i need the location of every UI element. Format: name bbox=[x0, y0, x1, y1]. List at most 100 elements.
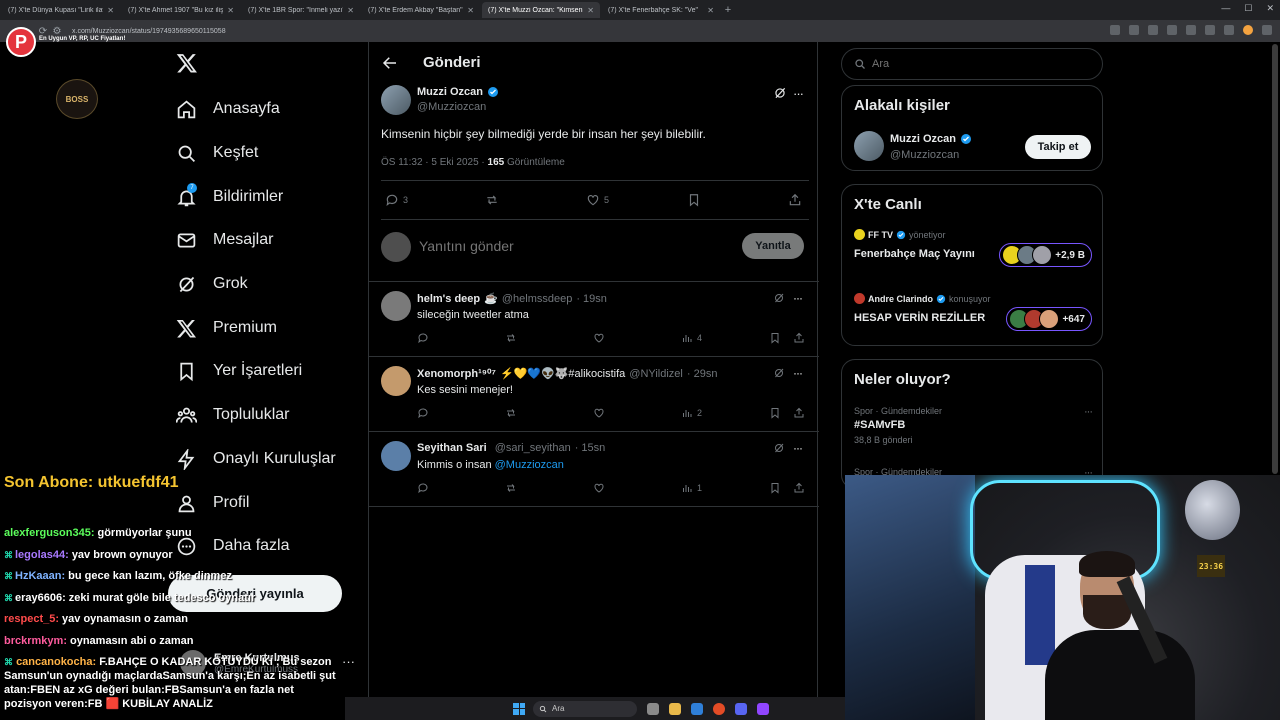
like-action[interactable]: 5 bbox=[586, 193, 609, 207]
extensions-icon[interactable] bbox=[1186, 25, 1196, 35]
trend-item[interactable]: Spor · Gündemdekiler #SAMvFB 38,8 B gönd… bbox=[854, 406, 1093, 445]
nav-premium[interactable]: Premium bbox=[176, 313, 277, 343]
search-box[interactable] bbox=[841, 48, 1103, 80]
reply-icon[interactable] bbox=[417, 332, 429, 344]
maximize-icon[interactable]: ☐ bbox=[1244, 3, 1252, 14]
repost-icon[interactable] bbox=[505, 332, 517, 344]
reply-submit-button[interactable]: Yanıtla bbox=[742, 233, 804, 259]
windows-start-icon[interactable] bbox=[513, 702, 525, 715]
zoom-icon[interactable] bbox=[1129, 25, 1139, 35]
page-scrollbar[interactable] bbox=[1272, 44, 1278, 474]
repost-icon[interactable] bbox=[505, 482, 517, 494]
x-logo-icon[interactable] bbox=[176, 52, 198, 74]
new-tab-icon[interactable]: + bbox=[720, 4, 736, 16]
repost-action[interactable] bbox=[485, 193, 499, 207]
more-icon[interactable]: ··· bbox=[793, 366, 803, 380]
obs-icon[interactable] bbox=[757, 702, 769, 715]
reply-tweet[interactable]: Seyithan Sari @sari_seyithan · 15sn ··· … bbox=[369, 432, 819, 507]
share-icon[interactable] bbox=[793, 407, 805, 419]
more-icon[interactable]: ··· bbox=[1084, 406, 1093, 418]
close-icon[interactable]: ✕ bbox=[467, 6, 474, 15]
share-icon[interactable] bbox=[793, 482, 805, 494]
share-icon[interactable] bbox=[1148, 25, 1158, 35]
share-action[interactable] bbox=[788, 193, 802, 207]
bookmark-icon[interactable] bbox=[769, 332, 781, 344]
bookmark-action[interactable] bbox=[687, 193, 701, 207]
bookmark-icon[interactable] bbox=[769, 407, 781, 419]
reload-icon[interactable]: ⟳ bbox=[36, 26, 50, 37]
site-info-icon[interactable]: ⚙ bbox=[50, 26, 64, 37]
tweet-author-handle[interactable]: @Muzziozcan bbox=[417, 101, 486, 113]
profile-avatar-icon[interactable] bbox=[1243, 25, 1253, 35]
close-icon[interactable]: ✕ bbox=[107, 6, 114, 15]
nav-verified-orgs[interactable]: Onaylı Kuruluşlar bbox=[176, 444, 336, 474]
follow-button[interactable]: Takip et bbox=[1025, 135, 1091, 159]
reply-author-handle[interactable]: @helmssdeep bbox=[502, 293, 572, 305]
reply-author-name[interactable]: Seyithan Sari bbox=[417, 442, 487, 454]
heart-icon[interactable] bbox=[593, 482, 605, 494]
discord-icon[interactable] bbox=[735, 702, 747, 715]
browser-tab[interactable]: (7) X'te 1BR Spor: "İnmeli yazı" ✕ bbox=[242, 2, 360, 18]
grok-icon[interactable] bbox=[773, 86, 787, 100]
grok-icon[interactable] bbox=[773, 292, 785, 304]
close-window-icon[interactable]: ✕ bbox=[1266, 3, 1274, 14]
browser-tab[interactable]: (7) X'te Ahmet 1907 "Bu kız ilişki" ✕ bbox=[122, 2, 240, 18]
more-icon[interactable]: ··· bbox=[793, 441, 803, 455]
reply-action[interactable]: 3 bbox=[385, 193, 408, 207]
url-field[interactable]: x.com/Muzziozcan/status/1974935689650115… bbox=[72, 28, 226, 35]
more-icon[interactable]: ··· bbox=[793, 86, 804, 101]
views-action[interactable]: 4 bbox=[681, 332, 702, 344]
grok-icon[interactable] bbox=[773, 442, 785, 454]
views-action[interactable]: 2 bbox=[681, 407, 702, 419]
browser-tab[interactable]: (7) X'te Dünya Kupası "Lirik ilave" ✕ bbox=[2, 2, 120, 18]
task-view-icon[interactable] bbox=[647, 702, 659, 715]
heart-icon[interactable] bbox=[593, 407, 605, 419]
reply-author-handle[interactable]: @sari_seyithan bbox=[495, 442, 571, 454]
browser-tab[interactable]: (7) X'te Fenerbahçe SK: "Ve" ✕ bbox=[602, 2, 720, 18]
reply-input[interactable] bbox=[419, 238, 719, 254]
close-icon[interactable]: ✕ bbox=[227, 6, 234, 15]
extension-icon[interactable] bbox=[1110, 25, 1120, 35]
reply-author-avatar[interactable] bbox=[381, 291, 411, 321]
nav-grok[interactable]: Grok bbox=[176, 269, 248, 299]
chrome-icon[interactable] bbox=[713, 702, 725, 715]
reply-author-handle[interactable]: @NYildizel bbox=[629, 368, 683, 380]
more-icon[interactable]: ··· bbox=[793, 291, 803, 305]
reply-tweet[interactable]: Xenomorph¹⁹⁰⁷ ⚡💛💙👽🐺#alikocistifa @NYildi… bbox=[369, 357, 819, 432]
reply-author-avatar[interactable] bbox=[381, 441, 411, 471]
browser-tab-active[interactable]: (7) X'te Muzzi Ozcan: "Kimsenin" ✕ bbox=[482, 2, 600, 18]
related-user-name[interactable]: Muzzi Ozcan bbox=[890, 133, 972, 145]
minimize-icon[interactable]: — bbox=[1221, 3, 1230, 14]
tweet-author-name[interactable]: Muzzi Ozcan bbox=[417, 86, 499, 98]
close-icon[interactable]: ✕ bbox=[707, 6, 714, 15]
nav-communities[interactable]: Topluluklar bbox=[176, 400, 289, 430]
search-input[interactable] bbox=[872, 58, 1072, 70]
reply-tweet[interactable]: helm's deep ☕ @helmssdeep · 19sn ··· sil… bbox=[369, 282, 819, 357]
live-space-item[interactable]: FF TV yönetiyor Fenerbahçe Maç Yayını +2… bbox=[854, 229, 1092, 279]
reply-icon[interactable] bbox=[417, 482, 429, 494]
views-action[interactable]: 1 bbox=[681, 482, 702, 494]
nav-messages[interactable]: Mesajlar bbox=[176, 225, 273, 255]
nav-explore[interactable]: Keşfet bbox=[176, 138, 258, 168]
heart-icon[interactable] bbox=[593, 332, 605, 344]
menu-icon[interactable] bbox=[1262, 25, 1272, 35]
close-icon[interactable]: ✕ bbox=[347, 6, 354, 15]
nav-home[interactable]: Anasayfa bbox=[176, 94, 280, 124]
reply-author-name[interactable]: helm's deep bbox=[417, 293, 480, 305]
share-icon[interactable] bbox=[793, 332, 805, 344]
reply-author-avatar[interactable] bbox=[381, 366, 411, 396]
nav-profile[interactable]: Profil bbox=[176, 488, 249, 518]
back-arrow-icon[interactable] bbox=[381, 54, 399, 72]
close-icon[interactable]: ✕ bbox=[587, 6, 594, 15]
reply-author-name[interactable]: Xenomorph¹⁹⁰⁷ bbox=[417, 367, 496, 380]
live-space-item[interactable]: Andre Clarindo konuşuyor HESAP VERİN REZ… bbox=[854, 293, 1092, 343]
bookmark-star-icon[interactable] bbox=[1167, 25, 1177, 35]
tweet-author-avatar[interactable] bbox=[381, 85, 411, 115]
reply-mention[interactable]: @Muzziozcan bbox=[495, 459, 564, 471]
file-explorer-icon[interactable] bbox=[669, 702, 681, 715]
bookmark-icon[interactable] bbox=[769, 482, 781, 494]
sidebar-icon[interactable] bbox=[1205, 25, 1215, 35]
taskbar-search[interactable]: Ara bbox=[533, 700, 637, 717]
store-icon[interactable] bbox=[691, 702, 703, 715]
grok-icon[interactable] bbox=[773, 367, 785, 379]
